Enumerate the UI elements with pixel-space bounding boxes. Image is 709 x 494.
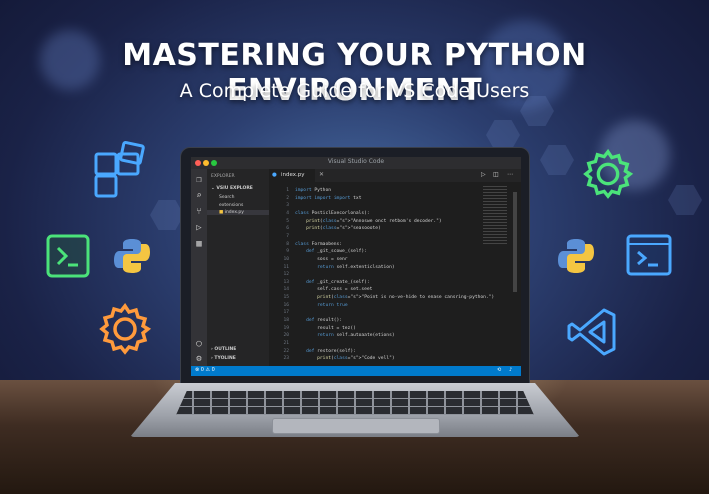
page-subtitle: A Complete Guide for VS Code Users [179, 80, 530, 102]
sidebar-header: EXPLORER [211, 174, 235, 179]
line-number: 11 [283, 264, 289, 270]
line-number: 2 [286, 195, 289, 201]
tab-index-py[interactable]: ● index.py [269, 169, 315, 182]
code-line: result = tez() [295, 325, 356, 331]
sync-icon[interactable]: ⟲ [497, 367, 501, 373]
more-actions-icon[interactable]: ⋯ [507, 171, 513, 178]
line-number: 9 [286, 249, 289, 255]
code-line: return true [317, 302, 348, 308]
problems-indicator[interactable]: ⊗ 0 ⚠ 0 [195, 367, 215, 373]
line-number: 18 [283, 318, 289, 324]
editor-scrollbar[interactable] [513, 192, 517, 292]
status-bar: ⊗ 0 ⚠ 0 ⟲ ♪ [191, 366, 521, 376]
tab-close-icon[interactable]: ✕ [319, 171, 324, 178]
line-number: 19 [283, 325, 289, 331]
gear-icon [99, 303, 152, 355]
explorer-sidebar: EXPLORER ⌄ VSIU EXPLORE Search extension… [207, 169, 269, 366]
code-line: print(class="s">"seasooote) [306, 226, 381, 232]
line-number: 7 [286, 233, 289, 239]
line-number: 15 [283, 295, 289, 301]
hexagon-decoration [486, 120, 520, 150]
source-control-icon[interactable]: ⑂ [194, 207, 204, 217]
explorer-icon[interactable]: ❐ [194, 175, 204, 185]
keyboard-rows [176, 391, 534, 415]
code-line: self.cass = set.seet [295, 287, 373, 293]
code-line: import Python [295, 188, 331, 193]
terminal-icon [46, 234, 90, 278]
code-line: def _git_create_(self): [306, 279, 370, 285]
line-number: 4 [286, 210, 289, 216]
code-line: def restore(self): [306, 348, 356, 354]
line-number: 20 [283, 333, 289, 339]
minimap[interactable] [483, 186, 507, 246]
python-file-icon: ● [272, 172, 277, 178]
editor-tab-bar: ● index.py ✕ ▷ ◫ ⋯ [269, 169, 521, 182]
line-number: 12 [283, 272, 289, 278]
activity-bar: ❐ ⌕ ⑂ ▷ ▦ ◯ ⚙ [191, 169, 207, 366]
code-line: soss = senr [295, 256, 348, 262]
code-line: return self.autoaate(etions) [317, 333, 395, 339]
line-number: 17 [283, 310, 289, 316]
line-number: 13 [283, 279, 289, 285]
code-line: def result(): [306, 318, 343, 324]
line-number: 22 [283, 348, 289, 354]
line-number: 14 [283, 287, 289, 293]
code-editor[interactable]: 1 import Python 2 import import import txt 3… [269, 182, 509, 366]
line-number: 23 [283, 356, 289, 362]
code-line: import import import txt [295, 195, 362, 201]
vscode-logo-icon [567, 308, 616, 356]
notifications-bell-icon[interactable]: ♪ [509, 367, 512, 373]
trackpad [272, 418, 440, 434]
line-number: 1 [286, 188, 289, 193]
code-line: class PosticlExecorlonals): [295, 210, 370, 216]
settings-gear-icon[interactable]: ⚙ [194, 354, 204, 364]
line-number: 10 [283, 256, 289, 262]
window-title: Visual Studio Code [327, 158, 385, 165]
code-line: return self.extenticlsation) [317, 264, 395, 270]
hexagon-decoration [150, 200, 184, 230]
line-number: 3 [286, 203, 289, 209]
code-line: print(class="s">"Point is no-ve-hide to … [317, 295, 495, 301]
code-line: def _git_scowe_(self): [306, 249, 367, 255]
line-number: 5 [286, 218, 289, 224]
terminal-window-icon [626, 234, 672, 276]
outline-section[interactable]: › OUTLINE [211, 347, 236, 352]
window-titlebar: Visual Studio Code [191, 157, 521, 169]
gear-icon [583, 148, 634, 199]
line-number: 8 [286, 241, 289, 247]
search-icon[interactable]: ⌕ [194, 191, 204, 201]
sidebar-folder[interactable]: ⌄ VSIU EXPLORE [211, 186, 253, 191]
code-line: class Formaobens: [295, 241, 343, 247]
code-line: print(class="s">"Annoswe onct retbom's d… [306, 218, 442, 224]
run-debug-icon[interactable]: ▷ [194, 223, 204, 233]
timeline-section[interactable]: › TYOLINE [211, 356, 236, 361]
python-logo-icon [558, 239, 594, 273]
sidebar-item-extensions[interactable]: extensions [219, 203, 243, 208]
line-number: 16 [283, 302, 289, 308]
extensions-icon[interactable]: ▦ [194, 239, 204, 249]
vscode-window: Visual Studio Code ❐ ⌕ ⑂ ▷ ▦ ◯ ⚙ EXPLORE… [191, 157, 521, 376]
run-icon[interactable]: ▷ [481, 171, 486, 178]
hexagon-decoration [668, 185, 702, 215]
account-icon[interactable]: ◯ [194, 339, 204, 349]
python-logo-icon [114, 239, 150, 273]
puzzle-icon [94, 140, 145, 198]
code-line: print(class="s">"Code vell") [317, 356, 395, 362]
line-number: 6 [286, 226, 289, 232]
sidebar-item-search[interactable]: Search [219, 195, 234, 200]
line-number: 21 [283, 341, 289, 346]
split-editor-icon[interactable]: ◫ [493, 171, 499, 178]
hexagon-decoration [540, 145, 574, 175]
sidebar-item-index-py[interactable]: ■ index.py [207, 210, 269, 215]
